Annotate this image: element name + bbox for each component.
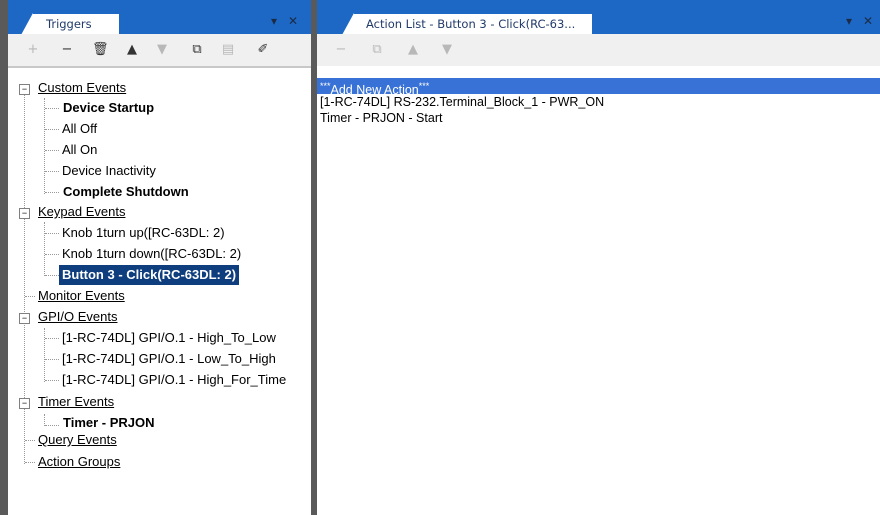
add-action-suffix: ***: [418, 81, 430, 91]
eraser-icon[interactable]: ✐: [255, 42, 271, 58]
minus-icon[interactable]: −: [333, 42, 349, 58]
tree-item-gpio-high-for-time[interactable]: [1-RC-74DL] GPI/O.1 - High_For_Time: [62, 370, 286, 390]
tree-item-gpio-low-to-high[interactable]: [1-RC-74DL] GPI/O.1 - Low_To_High: [62, 349, 276, 369]
triangle-up-icon[interactable]: ▲: [124, 42, 140, 58]
tree-group-query-events[interactable]: Query Events: [38, 430, 117, 450]
tree-group-custom-events[interactable]: Custom Events: [38, 78, 126, 98]
add-action-prefix: ***: [320, 81, 331, 91]
tree-line: [44, 222, 45, 276]
tree-item-device-inactivity[interactable]: Device Inactivity: [62, 161, 156, 181]
tree-item-gpio-high-to-low[interactable]: [1-RC-74DL] GPI/O.1 - High_To_Low: [62, 328, 276, 348]
action-row[interactable]: Timer - PRJON - Start: [317, 110, 880, 126]
collapse-icon[interactable]: −: [19, 313, 30, 324]
minus-icon[interactable]: −: [59, 42, 75, 58]
triangle-down-icon[interactable]: ▼: [439, 42, 455, 58]
action-list: ***Add New Action*** [1-RC-74DL] RS-232.…: [317, 78, 880, 126]
action-row[interactable]: [1-RC-74DL] RS-232.Terminal_Block_1 - PW…: [317, 94, 880, 110]
close-icon[interactable]: ✕: [288, 14, 298, 28]
triggers-tree-area: − Custom Events Device Startup All Off A…: [8, 66, 311, 515]
tree-line: [45, 254, 59, 255]
action-list-tabstrip: Action List - Button 3 - Click(RC-63... …: [317, 0, 880, 35]
tree-line: [44, 98, 45, 194]
tree-item-all-off[interactable]: All Off: [62, 119, 97, 139]
tab-action-list[interactable]: Action List - Button 3 - Click(RC-63...: [342, 13, 593, 35]
tree-line: [44, 328, 45, 382]
tab-triggers-label: Triggers: [46, 17, 92, 31]
add-new-action-row[interactable]: ***Add New Action***: [317, 78, 880, 97]
dropdown-icon[interactable]: ▾: [846, 14, 852, 28]
triggers-panel: Triggers ▾ ✕ + − 🗑 ▲ ▼ ⧉ ▤ ✐ − Custom Ev…: [8, 0, 311, 515]
tree-item-knob-turn-down[interactable]: Knob 1turn down([RC-63DL: 2): [62, 244, 241, 264]
tree-item-device-startup[interactable]: Device Startup: [63, 98, 154, 118]
collapse-icon[interactable]: −: [19, 84, 30, 95]
tree-line: [45, 359, 59, 360]
tab-triggers[interactable]: Triggers: [21, 13, 120, 35]
copy-icon[interactable]: ⧉: [369, 42, 385, 58]
close-icon[interactable]: ✕: [863, 14, 873, 28]
triangle-up-icon[interactable]: ▲: [405, 42, 421, 58]
triangle-down-icon[interactable]: ▼: [154, 42, 170, 58]
trash-icon[interactable]: 🗑: [92, 42, 109, 58]
tree-group-keypad-events[interactable]: Keypad Events: [38, 202, 125, 222]
tree-line: [45, 425, 59, 426]
tree-line: [45, 380, 59, 381]
tree-line: [45, 338, 59, 339]
tree-item-complete-shutdown[interactable]: Complete Shutdown: [63, 182, 189, 202]
tree-item-all-on[interactable]: All On: [62, 140, 97, 160]
dropdown-icon[interactable]: ▾: [271, 14, 277, 28]
tree-group-action-groups[interactable]: Action Groups: [38, 452, 120, 472]
plus-icon[interactable]: +: [25, 42, 41, 58]
tree-line: [25, 440, 35, 441]
triggers-tabstrip: Triggers ▾ ✕: [8, 0, 311, 35]
collapse-icon[interactable]: −: [19, 398, 30, 409]
action-list-toolbar: − ⧉ ▲ ▼: [317, 34, 880, 66]
tree-line: [45, 171, 59, 172]
tree-group-timer-events[interactable]: Timer Events: [38, 392, 114, 412]
action-list-area: ***Add New Action*** [1-RC-74DL] RS-232.…: [317, 66, 880, 515]
tree-group-monitor-events[interactable]: Monitor Events: [38, 286, 125, 306]
tab-action-list-label: Action List - Button 3 - Click(RC-63...: [366, 17, 576, 31]
triggers-tree: − Custom Events Device Startup All Off A…: [8, 68, 311, 515]
tree-item-knob-turn-up[interactable]: Knob 1turn up([RC-63DL: 2): [62, 223, 225, 243]
paste-icon[interactable]: ▤: [220, 42, 236, 58]
tree-line: [45, 233, 59, 234]
triggers-toolbar: + − 🗑 ▲ ▼ ⧉ ▤ ✐: [8, 34, 311, 66]
tree-item-button3-click[interactable]: Button 3 - Click(RC-63DL: 2): [59, 265, 240, 285]
tree-line: [45, 129, 59, 130]
tree-line: [45, 192, 59, 193]
collapse-icon[interactable]: −: [19, 208, 30, 219]
tree-line: [25, 296, 35, 297]
tree-line: [45, 108, 59, 109]
tree-group-gpio-events[interactable]: GPI/O Events: [38, 307, 117, 327]
action-list-panel: Action List - Button 3 - Click(RC-63... …: [317, 0, 880, 515]
tree-line: [25, 462, 35, 463]
tree-line: [45, 275, 59, 276]
tree-line: [45, 150, 59, 151]
copy-icon[interactable]: ⧉: [189, 42, 205, 58]
